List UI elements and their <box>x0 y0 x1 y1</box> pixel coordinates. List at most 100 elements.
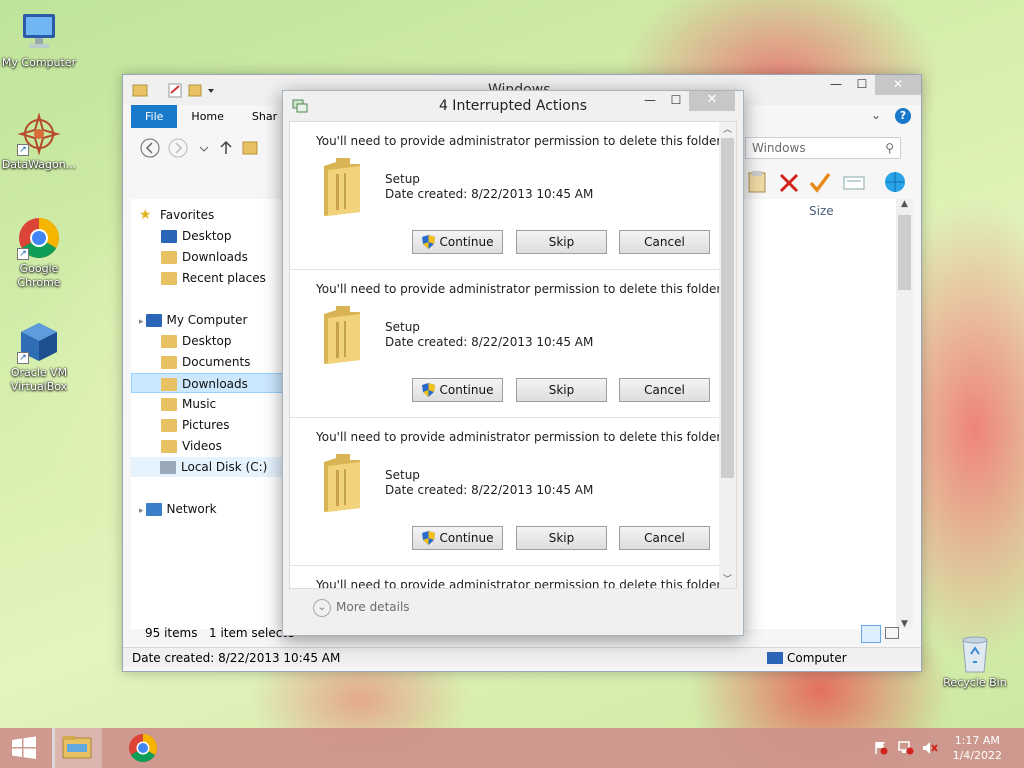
downloads-folder-icon <box>161 251 177 264</box>
volume-muted-icon[interactable] <box>922 741 938 755</box>
details-view-icon[interactable] <box>861 625 881 643</box>
dialog-window-controls: — ☐ ✕ <box>637 91 735 111</box>
continue-button[interactable]: Continue <box>412 378 503 402</box>
conflict-item: You'll need to provide administrator per… <box>290 122 721 270</box>
folder-icon <box>320 304 364 366</box>
scroll-up-arrow[interactable]: ▲ <box>896 199 913 209</box>
folder-name: Setup <box>385 172 420 186</box>
cancel-button[interactable]: Cancel <box>619 230 710 254</box>
desktop-icon-recycle-bin[interactable]: Recycle Bin <box>936 630 1014 690</box>
videos-folder-icon <box>161 440 177 453</box>
search-icon: ⚲ <box>885 141 894 155</box>
conflict-item: You'll need to provide administrator per… <box>290 270 722 418</box>
file-list-scrollbar[interactable]: ▲ ▼ <box>896 199 913 629</box>
pictures-folder-icon <box>161 419 177 432</box>
scrollbar-thumb[interactable] <box>898 215 911 290</box>
more-details-toggle[interactable]: ⌄ More details <box>313 597 410 617</box>
file-list-pane[interactable]: Size ▲ ▼ <box>743 199 913 629</box>
downloads-folder-icon <box>161 378 177 391</box>
skip-button[interactable]: Skip <box>516 378 607 402</box>
nav-comp-downloads[interactable]: Downloads <box>131 373 291 393</box>
taskbar-explorer-button[interactable] <box>52 728 102 768</box>
chevron-down-icon[interactable]: ⌄ <box>871 108 881 122</box>
nav-comp-music[interactable]: Music <box>161 394 216 414</box>
navigation-pane[interactable]: ★ Favorites Desktop Downloads Recent plac… <box>131 199 291 629</box>
tab-home[interactable]: Home <box>177 105 237 128</box>
desktop-icon-chrome[interactable]: ↗ Google Chrome <box>0 216 78 290</box>
minimize-button[interactable]: — <box>637 91 663 111</box>
skip-button[interactable]: Skip <box>516 526 607 550</box>
network-status-icon[interactable] <box>898 741 914 755</box>
conflict-list[interactable]: You'll need to provide administrator per… <box>289 121 737 589</box>
nav-favorites[interactable]: ★ Favorites <box>139 205 214 225</box>
folder-date: Date created: 8/22/2013 10:45 AM <box>385 187 594 201</box>
desktop-icon-datawagon[interactable]: ↗ DataWagon... <box>0 112 78 172</box>
nav-fav-downloads[interactable]: Downloads <box>161 247 248 267</box>
desktop-icon-label: My Computer <box>1 56 77 69</box>
network-icon <box>145 503 162 516</box>
folder-date: Date created: 8/22/2013 10:45 AM <box>385 483 594 497</box>
nav-fav-desktop[interactable]: Desktop <box>161 226 232 246</box>
taskbar-clock[interactable]: 1:17 AM 1/4/2022 <box>953 733 1002 763</box>
column-header-size[interactable]: Size <box>809 204 834 218</box>
tab-file[interactable]: File <box>131 105 178 128</box>
expand-arrow-icon[interactable]: ▸ <box>139 317 144 327</box>
virtualbox-icon: ↗ <box>17 320 61 364</box>
permission-message: You'll need to provide administrator per… <box>316 282 722 296</box>
nav-label: My Computer <box>166 313 248 327</box>
cancel-button[interactable]: Cancel <box>619 526 710 550</box>
nav-fav-recent[interactable]: Recent places <box>161 268 266 288</box>
cancel-button[interactable]: Cancel <box>619 378 710 402</box>
nav-label: Videos <box>182 439 222 453</box>
dialog-scrollbar[interactable]: ︿ ﹀ <box>719 122 736 588</box>
nav-label: Documents <box>182 355 251 369</box>
large-icons-view-icon[interactable] <box>885 627 899 639</box>
nav-label: Local Disk (C:) <box>181 460 268 474</box>
scroll-up-arrow[interactable]: ︿ <box>719 122 736 138</box>
desktop-icon-virtualbox[interactable]: ↗ Oracle VM VirtualBox <box>0 320 78 394</box>
nav-comp-documents[interactable]: Documents <box>161 352 250 372</box>
interrupted-actions-dialog[interactable]: 4 Interrupted Actions — ☐ ✕ You'll need … <box>282 90 744 636</box>
nav-buttons <box>139 137 269 159</box>
help-icon[interactable]: ? <box>895 108 911 124</box>
nav-my-computer[interactable]: ▸ My Computer <box>139 310 247 330</box>
location-status: Computer <box>787 651 847 665</box>
close-button[interactable]: ✕ <box>875 75 921 95</box>
nav-network[interactable]: ▸ Network <box>139 499 217 519</box>
star-icon: ★ <box>139 206 152 223</box>
clock-date: 1/4/2022 <box>952 749 1002 762</box>
continue-button[interactable]: Continue <box>412 230 503 254</box>
minimize-button[interactable]: — <box>823 75 849 95</box>
desktop-icon-label: Oracle VM VirtualBox <box>10 366 68 393</box>
scrollbar-thumb[interactable] <box>721 138 734 478</box>
continue-label: Continue <box>439 235 494 249</box>
search-input[interactable]: Windows ⚲ <box>745 137 901 159</box>
nav-comp-desktop[interactable]: Desktop <box>161 331 232 351</box>
close-button[interactable]: ✕ <box>689 91 735 111</box>
action-center-flag-icon[interactable] <box>874 741 888 755</box>
taskbar-chrome-button[interactable] <box>118 728 168 768</box>
conflict-item: You'll need to provide administrator per… <box>290 418 721 566</box>
nav-label: Desktop <box>182 334 232 348</box>
continue-label: Continue <box>439 383 494 397</box>
monitor-icon <box>17 10 61 54</box>
dialog-title-bar[interactable]: 4 Interrupted Actions — ☐ ✕ <box>283 91 743 121</box>
quick-access-toolbar[interactable] <box>131 81 221 99</box>
maximize-button[interactable]: ☐ <box>849 75 875 95</box>
nav-comp-local-disk[interactable]: Local Disk (C:) <box>131 457 291 477</box>
file-explorer-icon <box>62 736 92 759</box>
continue-button[interactable]: Continue <box>412 526 503 550</box>
desktop-icon-my-computer[interactable]: My Computer <box>0 10 78 70</box>
nav-comp-pictures[interactable]: Pictures <box>161 415 230 435</box>
expand-arrow-icon[interactable]: ▸ <box>139 506 144 516</box>
taskbar: 1:17 AM 1/4/2022 <box>0 728 1024 768</box>
drive-icon <box>160 461 176 474</box>
maximize-button[interactable]: ☐ <box>663 91 689 111</box>
folder-date: Date created: 8/22/2013 10:45 AM <box>385 335 594 349</box>
skip-button[interactable]: Skip <box>516 230 607 254</box>
scroll-down-arrow[interactable]: ﹀ <box>719 572 736 588</box>
nav-comp-videos[interactable]: Videos <box>161 436 222 456</box>
start-button[interactable] <box>8 736 40 760</box>
chevron-down-icon: ⌄ <box>313 598 331 617</box>
folder-name: Setup <box>385 468 420 482</box>
